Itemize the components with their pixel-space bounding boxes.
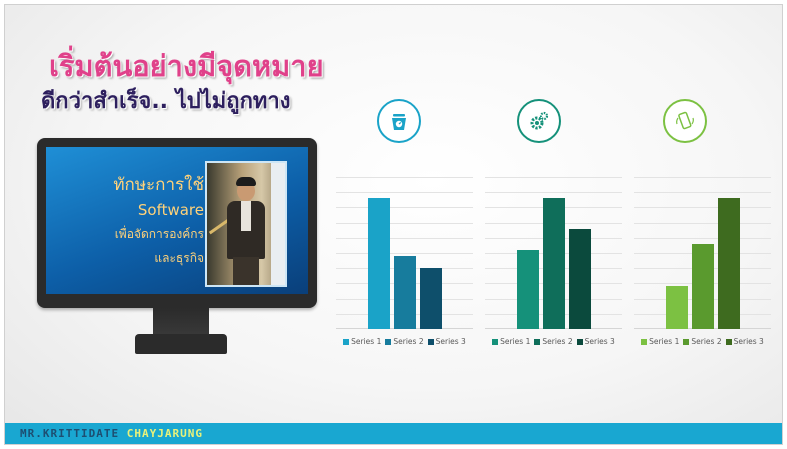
chart-plot-area: [485, 177, 622, 329]
bar-series-1: [516, 249, 539, 329]
legend-label: Series 2: [542, 337, 573, 346]
legend-swatch: [385, 338, 392, 345]
gridline: [634, 237, 771, 239]
gridline: [336, 177, 473, 178]
legend-item: Series 1: [492, 337, 530, 346]
legend-label: Series 3: [584, 337, 615, 346]
bar-series-2: [393, 256, 416, 329]
bar-series-2: [542, 198, 565, 329]
legend-label: Series 3: [435, 337, 466, 346]
bar-chart-1: Series 1 Series 2 Series 3: [336, 177, 473, 355]
legend-swatch: [576, 338, 583, 345]
slide-subtitle: ดีกว่าสำเร็จ.. ไปไม่ถูกทาง: [41, 89, 291, 114]
legend-label: Series 1: [500, 337, 531, 346]
gridline: [485, 177, 622, 178]
bar-series-1: [367, 198, 390, 329]
legend-label: Series 3: [733, 337, 764, 346]
gridline: [336, 207, 473, 209]
chart-legend: Series 1 Series 2 Series 3: [336, 337, 473, 346]
author-first-name: MR.KRITTIDATE: [20, 427, 120, 440]
author-last-name: CHAYJARUNG: [126, 427, 203, 440]
author-name: MR.KRITTIDATE CHAYJARUNG: [20, 427, 203, 440]
chart-plot-area: [336, 177, 473, 329]
gridline: [634, 192, 771, 194]
legend-label: Series 1: [649, 337, 680, 346]
gridline: [336, 253, 473, 254]
screen-text-line2: Software: [137, 201, 204, 219]
legend-swatch: [725, 338, 732, 345]
phone-icon: [663, 99, 707, 143]
legend-swatch: [427, 338, 434, 345]
legend-swatch: [683, 338, 690, 345]
legend-item: Series 2: [385, 337, 424, 346]
monitor-stand: [135, 334, 227, 354]
bar-series-3: [717, 198, 740, 329]
legend-item: Series 2: [534, 337, 573, 346]
presenter-photo: [205, 161, 287, 287]
legend-item: Series 1: [343, 337, 381, 346]
chart-legend: Series 1 Series 2 Series 3: [634, 337, 771, 346]
bar-chart-3: Series 1 Series 2 Series 3: [634, 177, 771, 355]
monitor-screen: ทักษะการใช้ Software เพื่อจัดการองค์กร แ…: [46, 147, 308, 294]
screen-text-line1: ทักษะการใช้: [113, 175, 204, 195]
legend-item: Series 3: [427, 337, 466, 346]
gridline: [336, 192, 473, 194]
bar-chart-2: Series 1 Series 2 Series 3: [485, 177, 622, 355]
slide: เริ่มต้นอย่างมีจุดหมาย ดีกว่าสำเร็จ.. ไป…: [4, 4, 783, 445]
gridline: [634, 207, 771, 209]
bar-series-3: [419, 268, 442, 329]
legend-swatch: [641, 338, 648, 345]
legend-item: Series 3: [725, 337, 764, 346]
gridline: [634, 222, 771, 224]
legend-item: Series 1: [641, 337, 679, 346]
bar-series-1: [665, 286, 688, 329]
gridline: [634, 177, 771, 178]
scale-icon: [377, 99, 421, 143]
legend-swatch: [534, 338, 541, 345]
chart-legend: Series 1 Series 2 Series 3: [485, 337, 622, 346]
screen-text-line4: และธุรกิจ: [154, 251, 204, 265]
chart-plot-area: [634, 177, 771, 329]
legend-item: Series 3: [576, 337, 615, 346]
gridline: [336, 237, 473, 239]
monitor: ทักษะการใช้ Software เพื่อจัดการองค์กร แ…: [37, 138, 317, 308]
bar-series-2: [691, 243, 714, 329]
legend-label: Series 2: [691, 337, 722, 346]
legend-swatch: [492, 338, 499, 345]
legend-label: Series 2: [393, 337, 424, 346]
screen-text-line3: เพื่อจัดการองค์กร: [114, 227, 204, 241]
gridline: [336, 222, 473, 224]
gears-icon: [517, 99, 561, 143]
legend-item: Series 2: [683, 337, 722, 346]
bar-series-3: [568, 228, 591, 329]
legend-label: Series 1: [351, 337, 382, 346]
footer-bar: MR.KRITTIDATE CHAYJARUNG: [5, 423, 782, 444]
legend-swatch: [343, 338, 350, 345]
gridline: [485, 192, 622, 194]
